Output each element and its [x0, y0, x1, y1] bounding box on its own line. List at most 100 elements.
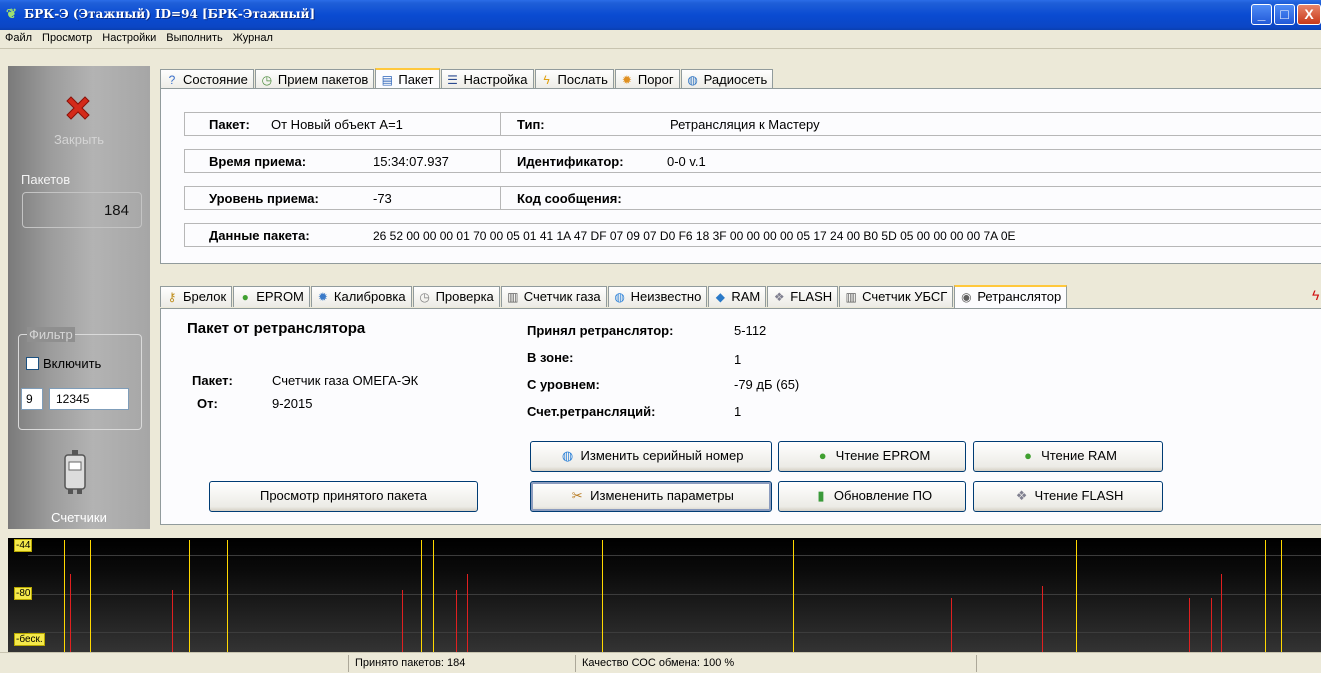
zone-value: 1: [734, 352, 742, 367]
gas-meter-icon[interactable]: [64, 450, 86, 494]
close-x-icon[interactable]: [63, 93, 93, 123]
title-bar[interactable]: ❦ БРК-Э (Этажный) ID=94 [БРК-Этажный] _ …: [0, 0, 1321, 30]
main-tab-label: Состояние: [183, 72, 248, 87]
tab-scroll-arrow-icon[interactable]: ϟ: [1312, 287, 1319, 303]
relay-level-value: -79 дБ (65): [734, 377, 800, 392]
update-firmware-label: Обновление ПО: [833, 488, 933, 503]
maximize-button[interactable]: □: [1274, 4, 1295, 25]
packets-counter: 184: [22, 192, 142, 228]
sub-tab-6[interactable]: ◆ RAM: [708, 286, 767, 307]
main-tab-label: Порог: [637, 72, 674, 87]
read-ram-button[interactable]: ● Чтение RAM: [973, 441, 1163, 472]
menu-journal[interactable]: Журнал: [228, 30, 278, 44]
sub-tab-label: Брелок: [183, 289, 227, 304]
message-code-label: Код сообщения:: [517, 191, 622, 206]
time-label: Время приема:: [209, 154, 307, 169]
sub-tab-0[interactable]: ⚷ Брелок: [160, 286, 233, 307]
read-flash-button[interactable]: ❖ Чтение FLASH: [973, 481, 1163, 512]
main-tab-label: Послать: [557, 72, 608, 87]
main-tab-label: Настройка: [463, 72, 528, 87]
graph-spike-red: [1042, 586, 1043, 652]
graph-spike-red: [1211, 598, 1212, 652]
main-tab-6[interactable]: ◍ Радиосеть: [680, 69, 774, 90]
read-eprom-button[interactable]: ● Чтение EPROM: [778, 441, 966, 472]
list-icon: ☰: [447, 73, 458, 87]
type-value: Ретрансляция к Мастеру: [670, 117, 820, 132]
eprom-icon: ●: [241, 290, 249, 304]
menu-file[interactable]: Файл: [0, 30, 37, 44]
help-icon: ?: [168, 73, 176, 87]
app-icon: ❦: [6, 6, 17, 21]
change-params-button[interactable]: ✂ Измененить параметры: [530, 481, 772, 512]
status-received: Принято пакетов: 184: [348, 655, 574, 672]
graph-spike-yellow: [602, 540, 603, 652]
sub-tab-8[interactable]: ▥ Счетчик УБСГ: [839, 286, 954, 307]
left-panel: Закрыть Пакетов 184 Фильтр Включить Счет…: [8, 66, 150, 529]
sub-tab-9[interactable]: ◉ Ретранслятор: [954, 285, 1068, 308]
relay-panel: Пакет от ретранслятора Пакет: Счетчик га…: [160, 308, 1321, 525]
received-relay-value: 5-112: [734, 323, 767, 338]
sub-tab-5[interactable]: ◍ Неизвестно: [607, 286, 708, 307]
graph-spike-yellow: [64, 540, 65, 652]
update-firmware-button[interactable]: ▮ Обновление ПО: [778, 481, 966, 512]
main-tab-1[interactable]: ◷ Прием пакетов: [254, 69, 375, 90]
menu-settings[interactable]: Настройки: [97, 30, 161, 44]
sub-tab-2[interactable]: ✹ Калибровка: [310, 286, 412, 307]
packet-data-label: Данные пакета:: [209, 228, 310, 243]
clock-icon: ◷: [261, 73, 273, 87]
time-value: 15:34:07.937: [373, 154, 449, 169]
packet-label: Пакет:: [209, 117, 250, 132]
diamond-icon: ◆: [715, 290, 725, 304]
close-label[interactable]: Закрыть: [8, 132, 150, 147]
sub-tab-label: Калибровка: [333, 289, 406, 304]
main-tab-3[interactable]: ☰ Настройка: [440, 69, 534, 90]
level-value: -73: [373, 191, 392, 206]
sub-tab-label: EPROM: [256, 289, 304, 304]
tools-icon: ✂: [571, 488, 583, 503]
change-serial-label: Изменить серийный номер: [580, 448, 744, 463]
gear-icon: ✹: [317, 290, 328, 304]
filter-enable-label[interactable]: Включить: [43, 356, 101, 371]
graph-label-low: -беск.: [14, 633, 45, 646]
sub-tab-label: FLASH: [790, 289, 833, 304]
main-tab-label: Пакет: [398, 72, 434, 87]
packet-panel: Пакет: От Новый объект A=1 Тип: Ретрансл…: [160, 88, 1321, 264]
main-tab-0[interactable]: ? Состояние: [160, 69, 254, 90]
main-tab-4[interactable]: ϟ Послать: [534, 69, 614, 90]
filter-serial-input[interactable]: [49, 388, 129, 410]
sub-tab-4[interactable]: ▥ Счетчик газа: [500, 286, 607, 307]
sub-tab-7[interactable]: ❖ FLASH: [767, 286, 839, 307]
view-packet-button[interactable]: Просмотр принятого пакета: [209, 481, 478, 512]
main-tab-label: Радиосеть: [703, 72, 768, 87]
sub-tab-1[interactable]: ● EPROM: [233, 286, 310, 307]
graph-spike-yellow: [793, 540, 794, 652]
meters-label[interactable]: Счетчики: [8, 510, 150, 525]
close-window-button[interactable]: X: [1297, 4, 1321, 25]
main-tab-strip: ? Состояние ◷ Прием пакетов ▤ Пакет ☰ Настройка…: [160, 67, 774, 91]
meter-icon: ▥: [507, 290, 519, 304]
received-relay-label: Принял ретранслятор:: [527, 323, 674, 338]
main-tab-5[interactable]: ✹ Порог: [614, 69, 680, 90]
change-serial-button[interactable]: ◍ Изменить серийный номер: [530, 441, 772, 472]
view-packet-label: Просмотр принятого пакета: [259, 488, 427, 503]
menu-view[interactable]: Просмотр: [37, 30, 97, 44]
minimize-button[interactable]: _: [1251, 4, 1272, 25]
sub-tab-label: Счетчик газа: [523, 289, 601, 304]
menu-execute[interactable]: Выполнить: [161, 30, 227, 44]
identifier-field: Идентификатор: 0-0 v.1: [500, 149, 1321, 173]
sub-tab-label: Проверка: [435, 289, 494, 304]
filter-enable-checkbox[interactable]: [26, 357, 39, 370]
main-tab-label: Прием пакетов: [277, 72, 369, 87]
flash-icon: ❖: [773, 290, 785, 304]
flash-icon: ❖: [1015, 488, 1028, 503]
filter-group-input[interactable]: [21, 388, 43, 410]
eprom-icon: ●: [818, 448, 827, 463]
relay-from-label: От:: [197, 396, 218, 411]
packet-data-value: 26 52 00 00 00 01 70 00 05 01 41 1A 47 D…: [373, 229, 1016, 243]
graph-label-high: -44: [14, 539, 33, 552]
read-eprom-label: Чтение EPROM: [835, 448, 931, 463]
sub-tab-3[interactable]: ◷ Проверка: [412, 286, 500, 307]
graph-label-mid: -80: [14, 587, 33, 600]
packet-field: Пакет: От Новый объект A=1: [184, 112, 500, 136]
graph-spike-red: [467, 574, 468, 652]
